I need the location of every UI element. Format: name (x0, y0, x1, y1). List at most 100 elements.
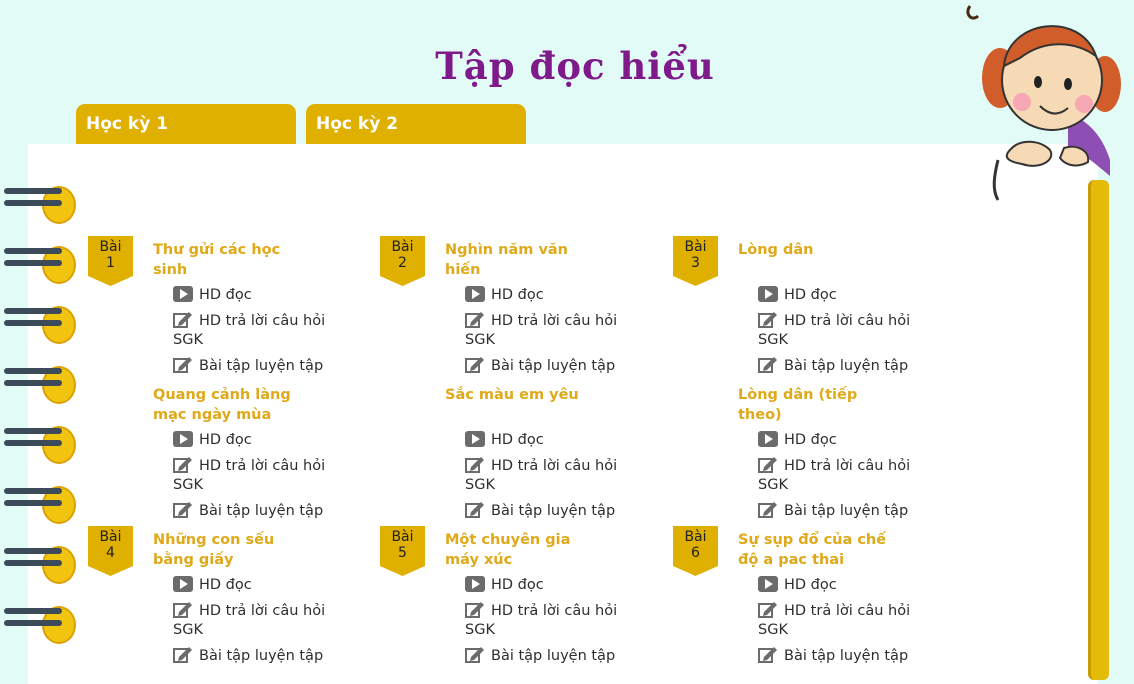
link-bai-tap[interactable]: Bài tập luyện tập (465, 500, 615, 521)
link-hd-tra-loi-cont[interactable]: SGK (465, 620, 495, 640)
edit-icon (173, 357, 199, 374)
link-hd-tra-loi[interactable]: HD trả lời câu hỏi (173, 600, 325, 621)
link-bai-tap-label: Bài tập luyện tập (784, 503, 909, 519)
link-hd-tra-loi-cont[interactable]: SGK (758, 475, 788, 495)
link-bai-tap[interactable]: Bài tập luyện tập (758, 645, 908, 666)
girl-illustration-icon (966, 5, 1121, 201)
lesson-badge-number: 3 (691, 255, 700, 271)
play-icon (173, 286, 199, 303)
lesson-badge-prefix: Bài (391, 239, 414, 255)
edit-icon (758, 502, 784, 519)
link-hd-doc[interactable]: HD đọc (465, 430, 544, 450)
link-hd-doc-label: HD đọc (199, 287, 252, 303)
link-hd-tra-loi[interactable]: HD trả lời câu hỏi (758, 310, 910, 331)
edit-icon (758, 457, 784, 474)
edit-icon (758, 602, 784, 619)
lesson-badge-prefix: Bài (684, 239, 707, 255)
lesson-title[interactable]: Lòng dân (tiếp theo) (738, 385, 898, 425)
link-hd-doc[interactable]: HD đọc (758, 285, 837, 305)
link-bai-tap-label: Bài tập luyện tập (199, 358, 324, 374)
link-hd-tra-loi[interactable]: HD trả lời câu hỏi (465, 455, 617, 476)
link-hd-doc[interactable]: HD đọc (173, 430, 252, 450)
link-hd-tra-loi-cont[interactable]: SGK (758, 620, 788, 640)
edit-icon (173, 647, 199, 664)
edit-icon (173, 457, 199, 474)
lesson-badge: Bài 6 (673, 526, 718, 576)
link-hd-doc-label: HD đọc (491, 287, 544, 303)
edit-icon (465, 502, 491, 519)
play-icon (465, 286, 491, 303)
tab-hoc-ky-2[interactable]: Học kỳ 2 (306, 104, 526, 144)
edit-icon (758, 647, 784, 664)
link-hd-tra-loi[interactable]: HD trả lời câu hỏi (758, 600, 910, 621)
edit-icon (758, 357, 784, 374)
link-hd-tra-loi-cont[interactable]: SGK (465, 475, 495, 495)
lesson-badge-number: 4 (106, 545, 115, 561)
link-bai-tap-label: Bài tập luyện tập (491, 503, 616, 519)
edit-icon (173, 312, 199, 329)
link-hd-tra-loi-cont[interactable]: SGK (465, 330, 495, 350)
link-bai-tap[interactable]: Bài tập luyện tập (173, 645, 323, 666)
link-bai-tap[interactable]: Bài tập luyện tập (758, 500, 908, 521)
link-bai-tap[interactable]: Bài tập luyện tập (173, 355, 323, 376)
link-hd-tra-loi-cont[interactable]: SGK (173, 620, 203, 640)
link-bai-tap[interactable]: Bài tập luyện tập (465, 645, 615, 666)
link-hd-tra-loi[interactable]: HD trả lời câu hỏi (173, 310, 325, 331)
lesson-title[interactable]: Những con sếu bằng giấy (153, 530, 313, 570)
tab-hoc-ky-1[interactable]: Học kỳ 1 (76, 104, 296, 144)
link-hd-doc[interactable]: HD đọc (758, 430, 837, 450)
link-hd-tra-loi-label: HD trả lời câu hỏi (784, 458, 911, 474)
link-hd-doc[interactable]: HD đọc (465, 285, 544, 305)
link-hd-doc[interactable]: HD đọc (173, 285, 252, 305)
lesson-title[interactable]: Thư gửi các học sinh (153, 240, 313, 280)
edit-icon (465, 647, 491, 664)
link-bai-tap-label: Bài tập luyện tập (199, 648, 324, 664)
link-hd-tra-loi-label: HD trả lời câu hỏi (491, 313, 618, 329)
lesson-title[interactable]: Lòng dân (738, 240, 898, 260)
lesson-title[interactable]: Một chuyên gia máy xúc (445, 530, 605, 570)
spiral-ring (4, 546, 76, 584)
spiral-ring (4, 606, 76, 644)
link-bai-tap-label: Bài tập luyện tập (491, 648, 616, 664)
lesson-badge-prefix: Bài (391, 529, 414, 545)
play-icon (758, 431, 784, 448)
link-hd-doc-label: HD đọc (784, 577, 837, 593)
link-hd-tra-loi[interactable]: HD trả lời câu hỏi (465, 600, 617, 621)
lesson-title[interactable]: Sự sụp đổ của chế độ a pac thai (738, 530, 898, 570)
link-hd-tra-loi[interactable]: HD trả lời câu hỏi (173, 455, 325, 476)
spiral-ring (4, 246, 76, 284)
link-hd-tra-loi-cont[interactable]: SGK (758, 330, 788, 350)
link-bai-tap[interactable]: Bài tập luyện tập (758, 355, 908, 376)
link-bai-tap-label: Bài tập luyện tập (491, 358, 616, 374)
play-icon (173, 431, 199, 448)
spiral-ring (4, 486, 76, 524)
link-hd-tra-loi-label: HD trả lời câu hỏi (199, 458, 326, 474)
play-icon (758, 576, 784, 593)
link-hd-doc-label: HD đọc (199, 432, 252, 448)
spiral-ring (4, 306, 76, 344)
lesson-badge-number: 5 (398, 545, 407, 561)
link-bai-tap[interactable]: Bài tập luyện tập (173, 500, 323, 521)
link-hd-doc[interactable]: HD đọc (758, 575, 837, 595)
link-hd-doc-label: HD đọc (784, 432, 837, 448)
link-hd-tra-loi-label: HD trả lời câu hỏi (491, 458, 618, 474)
lesson-title[interactable]: Nghìn năm văn hiến (445, 240, 605, 280)
girl-pole (1088, 180, 1109, 680)
link-hd-tra-loi-cont[interactable]: SGK (173, 475, 203, 495)
link-hd-doc[interactable]: HD đọc (465, 575, 544, 595)
lesson-badge-prefix: Bài (99, 529, 122, 545)
link-hd-doc-label: HD đọc (784, 287, 837, 303)
lesson-badge-prefix: Bài (684, 529, 707, 545)
lesson-title[interactable]: Sắc màu em yêu (445, 385, 605, 405)
link-bai-tap[interactable]: Bài tập luyện tập (465, 355, 615, 376)
link-hd-doc[interactable]: HD đọc (173, 575, 252, 595)
lesson-badge: Bài 2 (380, 236, 425, 286)
link-hd-tra-loi-cont[interactable]: SGK (173, 330, 203, 350)
link-hd-doc-label: HD đọc (199, 577, 252, 593)
link-hd-tra-loi[interactable]: HD trả lời câu hỏi (465, 310, 617, 331)
link-hd-tra-loi[interactable]: HD trả lời câu hỏi (758, 455, 910, 476)
play-icon (173, 576, 199, 593)
link-hd-tra-loi-label: HD trả lời câu hỏi (784, 603, 911, 619)
lesson-title[interactable]: Quang cảnh làng mạc ngày mùa (153, 385, 313, 425)
edit-icon (465, 457, 491, 474)
